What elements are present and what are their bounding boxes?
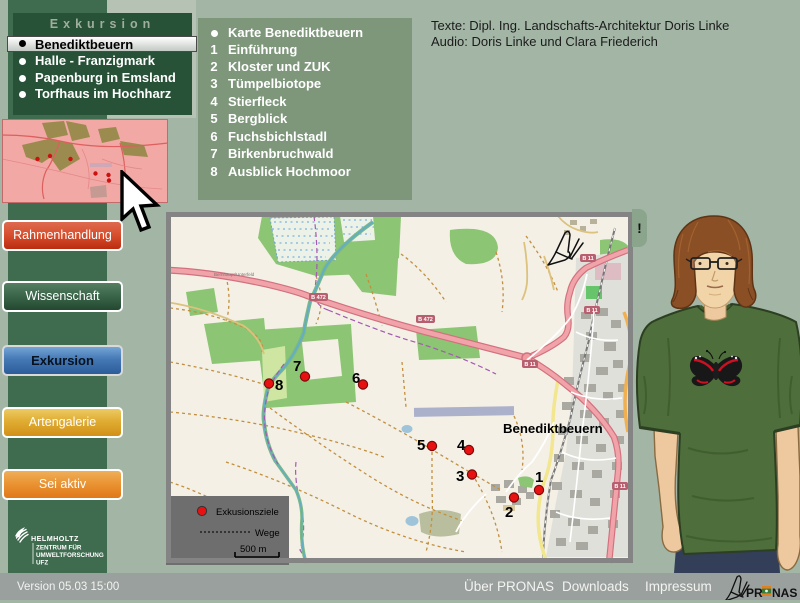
svg-text:UMWELTFORSCHUNG: UMWELTFORSCHUNG bbox=[36, 552, 104, 559]
svg-text:Benediktbeuern: Benediktbeuern bbox=[503, 421, 603, 436]
svg-text:3: 3 bbox=[456, 468, 464, 485]
svg-text:2: 2 bbox=[505, 504, 513, 521]
svg-text:B 472: B 472 bbox=[311, 295, 326, 301]
svg-text:B 11: B 11 bbox=[614, 484, 625, 490]
svg-text:NAS: NAS bbox=[772, 586, 797, 600]
svg-text:500 m: 500 m bbox=[240, 544, 266, 555]
svg-text:HELMHOLTZ: HELMHOLTZ bbox=[31, 534, 79, 543]
svg-text:Bernhaupt/Unterfeld: Bernhaupt/Unterfeld bbox=[214, 272, 255, 277]
svg-text:8: 8 bbox=[275, 377, 283, 394]
svg-text:B 11: B 11 bbox=[582, 256, 593, 262]
svg-text:B 472: B 472 bbox=[418, 317, 433, 323]
svg-text:5: 5 bbox=[417, 437, 425, 454]
svg-text:UFZ: UFZ bbox=[36, 560, 48, 567]
svg-text:B 11: B 11 bbox=[586, 308, 597, 314]
svg-text:Wege: Wege bbox=[255, 528, 280, 539]
svg-text:PR: PR bbox=[746, 586, 763, 600]
svg-text:ZENTRUM FÜR: ZENTRUM FÜR bbox=[36, 543, 82, 552]
svg-text:1: 1 bbox=[535, 469, 543, 486]
svg-text:7: 7 bbox=[293, 358, 301, 375]
svg-text:Exkusionsziele: Exkusionsziele bbox=[216, 507, 279, 518]
svg-text:B 11: B 11 bbox=[524, 362, 535, 368]
